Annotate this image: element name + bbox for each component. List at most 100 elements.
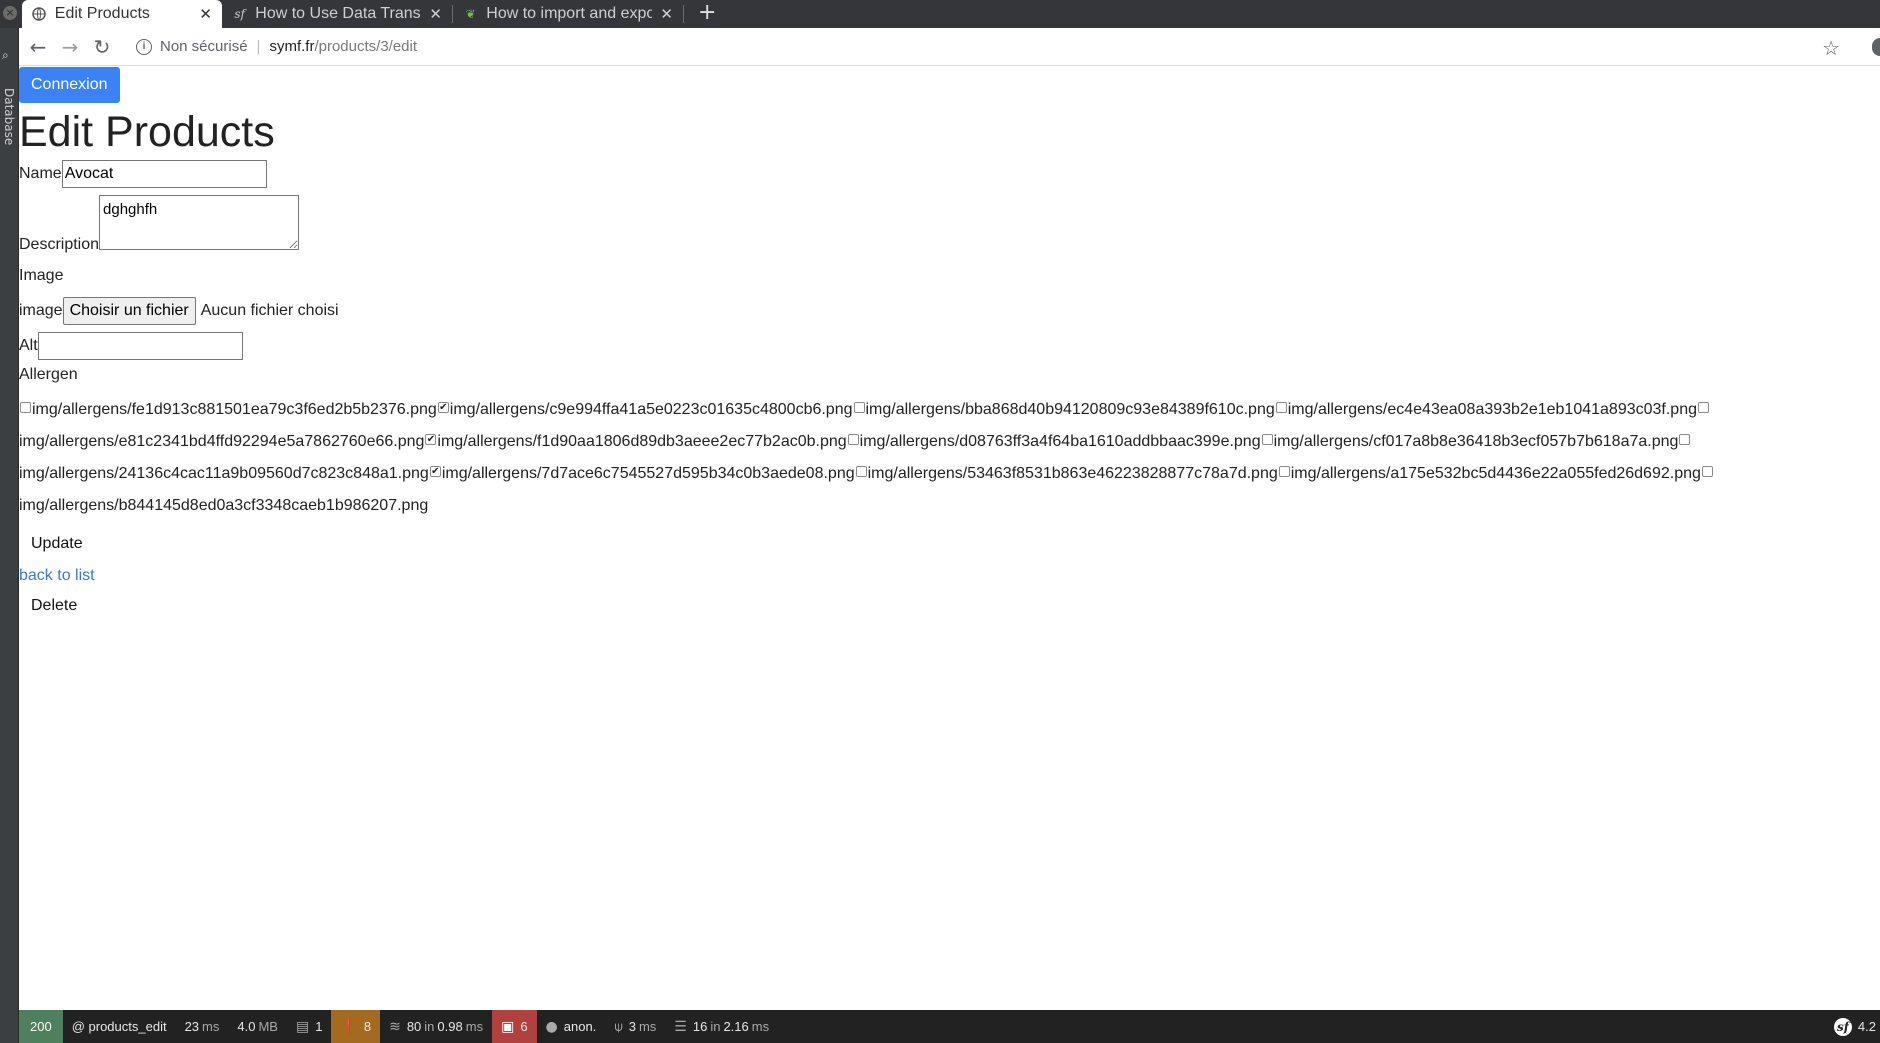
allergen-checkbox[interactable]: ✔ [437,402,449,414]
description-label: Description [19,236,100,253]
leaf-icon: ❦ [465,7,476,21]
search-icon[interactable]: ⌕ [2,48,16,62]
page-content: Connexion Edit Products Name Description… [19,67,1880,1010]
warning-icon: ❗ [340,1018,358,1035]
alt-input[interactable] [37,332,243,360]
cache-panel[interactable]: ≋ 80 in 0.98 ms [380,1010,492,1043]
memory-usage[interactable]: 4.0 MB [228,1010,287,1043]
cache-in: in [424,1019,435,1034]
request-time-value: 23 [184,1019,200,1034]
globe-icon [32,6,47,22]
connexion-button[interactable]: Connexion [19,67,120,103]
tab-title: Edit Products [54,5,150,22]
security-panel[interactable]: ● anon. [537,1010,606,1043]
tab-close-icon[interactable]: ✕ [660,5,673,23]
allergen-checkbox[interactable] [1701,466,1713,478]
close-window-icon[interactable]: × [3,6,17,20]
url-path: /products/3/edit [314,38,418,55]
allergen-label: img/allergens/53463f8531b863e46223828877… [867,465,1278,482]
allergen-checkbox[interactable] [1698,402,1709,414]
database-panel[interactable]: ☰ 16 in 2.16 ms [665,1010,778,1043]
allergen-checkbox[interactable] [20,402,31,414]
twig-panel[interactable]: ⍦ 3 ms [605,1010,665,1043]
allergen-checkbox[interactable] [1679,434,1691,446]
status-code-badge[interactable]: 200 [19,1010,63,1043]
info-icon[interactable]: i [136,38,152,55]
allergen-label: img/allergens/fe1d913c881501ea79c3f6ed2b… [32,401,437,418]
allergen-label: img/allergens/f1d90aa1806d89db3aeee2ec77… [437,433,847,450]
forms-count: 1 [315,1019,323,1034]
name-row: Name [19,160,267,188]
allergen-label: img/allergens/24136c4cac11a9b09560d7c823… [19,465,429,482]
file-status: Aucun fichier choisi [200,302,339,319]
extension-icon[interactable] [1872,38,1880,56]
description-row: Description dghghfh [19,195,300,253]
allergen-checkbox[interactable] [1275,402,1287,414]
allergen-label: img/allergens/7d7ace6c7545527d595b34c0b3… [441,465,855,482]
twig-time: 3 [628,1019,636,1034]
twig-unit: ms [638,1019,657,1034]
translation-count: 6 [520,1019,528,1034]
memory-unit: MB [258,1019,278,1034]
allergen-checkbox[interactable]: ✔ [425,434,437,446]
allergen-checkbox[interactable] [1261,434,1273,446]
reload-icon[interactable]: ↻ [86,35,118,59]
symfony-logo-icon: sf [1833,1017,1852,1036]
symfony-icon: sf [234,7,245,21]
allergen-checkbox[interactable]: ✔ [429,466,441,478]
cache-unit: ms [465,1019,484,1034]
allergen-list: img/allergens/fe1d913c881501ea79c3f6ed2b… [19,394,1779,522]
logs-count: 8 [363,1019,372,1034]
delete-button[interactable]: Delete [31,597,77,615]
translation-panel[interactable]: ▣ 6 [492,1010,537,1043]
allergen-label: img/allergens/a175e532bc5d4436e22a055fed… [1290,465,1701,482]
logs-panel[interactable]: ❗ 8 [331,1010,381,1043]
allergen-label: img/allergens/d08763ff3a4f64ba1610addbba… [859,433,1261,450]
new-tab-icon[interactable]: + [684,0,730,28]
forward-arrow-icon[interactable]: → [54,35,86,59]
cache-time: 0.98 [437,1019,463,1034]
user-icon: ● [545,1018,558,1035]
symfony-debug-toolbar: 200 @ products_edit 23 ms 4.0 MB ▤ 1 ❗ 8… [19,1010,1880,1043]
image-label: image [19,302,63,319]
request-time[interactable]: 23 ms [176,1010,229,1043]
twig-icon: ⍦ [614,1018,623,1035]
name-input[interactable] [61,160,267,188]
allergen-label: img/allergens/b844145d8ed0a3cf3348caeb1b… [19,497,429,514]
database-panel-tab[interactable]: Database [2,88,16,145]
allergen-label: img/allergens/cf017a8b8e36418b3ecf057b7b… [1273,433,1679,450]
choose-file-button[interactable]: Choisir un fichier [62,297,196,325]
layers-icon: ≋ [389,1018,401,1035]
allergen-checkbox[interactable] [1278,466,1290,478]
allergen-label: img/allergens/c9e994ffa41a5e0223c01635c4… [449,401,853,418]
allergen-checkbox[interactable] [847,434,859,446]
bookmark-star-icon[interactable]: ☆ [1822,36,1840,60]
address-separator: | [256,38,261,55]
cache-count: 80 [406,1019,422,1034]
tab-close-icon[interactable]: ✕ [429,5,442,23]
update-button[interactable]: Update [31,535,83,553]
allergen-checkbox[interactable] [853,402,865,414]
tab-title: How to import and expor [486,5,653,22]
back-to-list-link[interactable]: back to list [19,567,95,585]
tab-title: How to Use Data Transfor [255,5,422,22]
tab-import-export[interactable]: ❦ How to import and expor ✕ [453,0,683,28]
description-textarea[interactable]: dghghfh [99,195,300,250]
db-queries: 16 [692,1019,708,1034]
tab-close-icon[interactable]: ✕ [199,5,212,23]
db-unit: ms [751,1019,770,1034]
db-time: 2.16 [723,1019,749,1034]
route-name[interactable]: @ products_edit [63,1010,176,1043]
back-arrow-icon[interactable]: ← [22,35,54,59]
symfony-version[interactable]: sf 4.2 [1833,1017,1880,1036]
allergen-checkbox[interactable] [855,466,867,478]
address-bar[interactable]: i Non sécurisé | symf.fr/products/3/edit [136,38,417,55]
ide-sidebar: ⌕ Database [0,28,19,1043]
memory-value: 4.0 [237,1019,256,1034]
tab-edit-products[interactable]: Edit Products ✕ [22,0,222,28]
forms-panel[interactable]: ▤ 1 [287,1010,331,1043]
allergen-label: img/allergens/e81c2341bd4ffd92294e5a7862… [19,433,425,450]
allergen-label: img/allergens/bba868d40b94120809c93e8438… [865,401,1275,418]
browser-toolbar: ← → ↻ i Non sécurisé | symf.fr/products/… [0,28,1880,66]
tab-data-transformers[interactable]: sf How to Use Data Transfor ✕ [222,0,452,28]
